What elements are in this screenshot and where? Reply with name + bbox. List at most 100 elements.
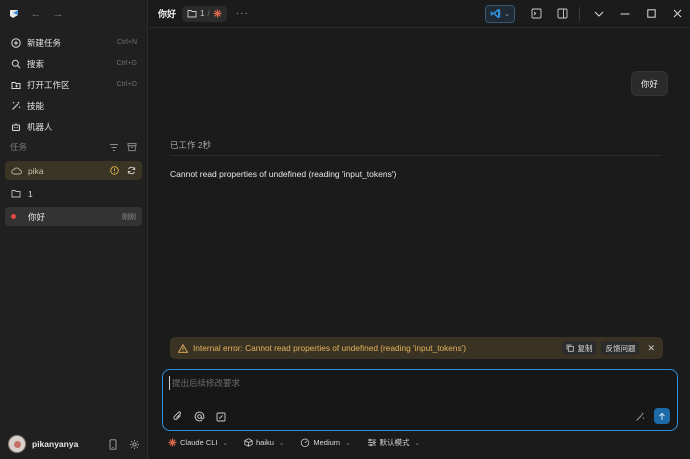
back-arrow-icon[interactable]: ← xyxy=(30,8,42,20)
assistant-error-text: Cannot read properties of undefined (rea… xyxy=(170,169,397,179)
tasks-header-label: 任务 xyxy=(10,142,28,152)
task-label: pika xyxy=(28,165,44,176)
menu-item-open-workspace[interactable]: 打开工作区 Ctrl+O xyxy=(0,74,147,95)
window-menu-chevron-icon[interactable] xyxy=(586,0,612,28)
task-item-1[interactable]: 1 xyxy=(5,184,142,203)
menu-label: 打开工作区 xyxy=(27,79,70,90)
main-panel: 你好 1 / ··· ⌄ 你好 已工作 2秒 Cannot read prope… xyxy=(149,0,690,459)
menu-item-skills[interactable]: 技能 xyxy=(0,95,147,116)
open-in-vscode-button[interactable]: ⌄ xyxy=(485,4,515,23)
edit-square-icon[interactable] xyxy=(216,412,226,422)
user-message-bubble: 你好 xyxy=(630,71,668,96)
task-label: 1 xyxy=(28,188,33,199)
agent-label: Claude CLI xyxy=(180,438,218,447)
gauge-icon xyxy=(300,438,310,447)
menu-label: 新建任务 xyxy=(27,37,62,48)
sidebar: ← → 新建任务 Ctrl+N 搜索 Ctrl+G 打开工作区 Ctrl+O 技… xyxy=(0,0,148,459)
breadcrumb-folder: 1 xyxy=(200,9,205,18)
task-item-pika[interactable]: pika xyxy=(5,161,142,180)
sliders-icon xyxy=(367,438,377,447)
sidebar-top: ← → xyxy=(0,0,147,28)
more-options-icon[interactable]: ··· xyxy=(236,8,249,19)
menu-item-robot[interactable]: 机器人 xyxy=(0,116,147,137)
arrow-up-icon xyxy=(658,412,666,421)
menu-item-search[interactable]: 搜索 Ctrl+G xyxy=(0,53,147,74)
composer-actions xyxy=(173,411,226,422)
task-label: 你好 xyxy=(28,211,46,222)
page-title: 你好 xyxy=(158,9,177,19)
wand-icon xyxy=(10,101,22,111)
app-logo-icon xyxy=(10,10,18,18)
claude-logo-icon xyxy=(168,438,177,447)
menu-item-new-task[interactable]: 新建任务 Ctrl+N xyxy=(0,32,147,53)
gear-icon[interactable] xyxy=(129,439,140,450)
status-dot-icon xyxy=(11,214,23,219)
folder-icon xyxy=(187,9,197,18)
avatar[interactable] xyxy=(8,435,26,453)
robot-icon xyxy=(10,122,22,132)
breadcrumb-separator: / xyxy=(207,9,210,18)
copy-icon xyxy=(566,344,575,352)
worked-duration[interactable]: 已工作 2秒 xyxy=(170,139,211,151)
warning-icon xyxy=(178,343,188,353)
chevron-down-icon: ⌄ xyxy=(222,439,228,447)
chevron-down-icon: ⌄ xyxy=(504,10,510,18)
shortcut-hint: Ctrl+G xyxy=(116,60,137,67)
maximize-icon[interactable] xyxy=(638,0,664,28)
chevron-down-icon: ⌄ xyxy=(414,439,420,447)
message-composer xyxy=(162,369,678,431)
forward-arrow-icon[interactable]: → xyxy=(52,8,64,20)
message-input[interactable] xyxy=(169,376,569,390)
feedback-button-label: 反馈问题 xyxy=(605,343,636,353)
effort-selector[interactable]: Medium ⌄ xyxy=(300,438,351,447)
copy-button-label: 复制 xyxy=(577,343,593,353)
claude-logo-icon xyxy=(213,9,222,18)
cube-icon xyxy=(244,438,253,447)
model-label: haiku xyxy=(255,438,274,447)
error-banner: Internal error: Cannot read properties o… xyxy=(170,337,663,359)
refresh-icon[interactable] xyxy=(127,166,136,175)
mention-icon[interactable] xyxy=(194,411,205,422)
archive-icon[interactable] xyxy=(127,142,137,152)
terminal-icon[interactable] xyxy=(525,3,547,25)
info-icon[interactable] xyxy=(110,166,119,175)
feedback-button[interactable]: 反馈问题 xyxy=(601,341,640,355)
model-selector[interactable]: haiku ⌄ xyxy=(244,438,284,447)
phone-icon[interactable] xyxy=(109,438,117,450)
toolbar-divider xyxy=(579,6,580,21)
paperclip-icon[interactable] xyxy=(173,411,183,422)
search-icon xyxy=(10,59,22,69)
effort-label: Medium xyxy=(313,438,341,447)
send-button[interactable] xyxy=(654,408,670,424)
agent-selector[interactable]: Claude CLI ⌄ xyxy=(168,438,228,447)
filter-icon[interactable] xyxy=(109,143,119,152)
title-bar: 你好 1 / ··· ⌄ xyxy=(149,0,690,28)
split-panel-icon[interactable] xyxy=(551,3,573,25)
task-timestamp: 刚刚 xyxy=(122,213,136,221)
copy-button[interactable]: 复制 xyxy=(562,341,597,355)
task-item-hello[interactable]: 你好 刚刚 xyxy=(5,207,142,226)
mode-selector[interactable]: 默认模式 ⌄ xyxy=(367,437,420,448)
plus-circle-icon xyxy=(10,37,22,48)
composer-settings-bar: Claude CLI ⌄ haiku ⌄ Medium ⌄ 默认模式 ⌄ xyxy=(168,437,436,448)
vscode-icon xyxy=(490,8,501,19)
menu-label: 搜索 xyxy=(27,58,45,69)
error-banner-text: Internal error: Cannot read properties o… xyxy=(193,343,466,353)
shortcut-hint: Ctrl+N xyxy=(116,39,137,46)
minimize-icon[interactable] xyxy=(612,0,638,28)
menu-label: 机器人 xyxy=(27,121,53,132)
menu-label: 技能 xyxy=(27,100,45,111)
close-icon[interactable]: ✕ xyxy=(647,343,655,354)
enhance-prompt-icon[interactable] xyxy=(635,412,645,422)
sidebar-menu: 新建任务 Ctrl+N 搜索 Ctrl+G 打开工作区 Ctrl+O 技能 机器… xyxy=(0,32,147,137)
chevron-down-icon: ⌄ xyxy=(278,439,285,447)
mode-label: 默认模式 xyxy=(379,438,410,447)
chevron-down-icon: ⌄ xyxy=(345,439,351,447)
close-icon[interactable] xyxy=(664,0,690,28)
toolbar-right: ⌄ xyxy=(485,0,690,28)
username: pikanyanya xyxy=(32,439,79,449)
tasks-header: 任务 xyxy=(0,137,147,157)
divider xyxy=(170,155,661,156)
breadcrumb[interactable]: 1 / xyxy=(182,5,227,22)
sidebar-footer: pikanyanya xyxy=(0,429,148,459)
